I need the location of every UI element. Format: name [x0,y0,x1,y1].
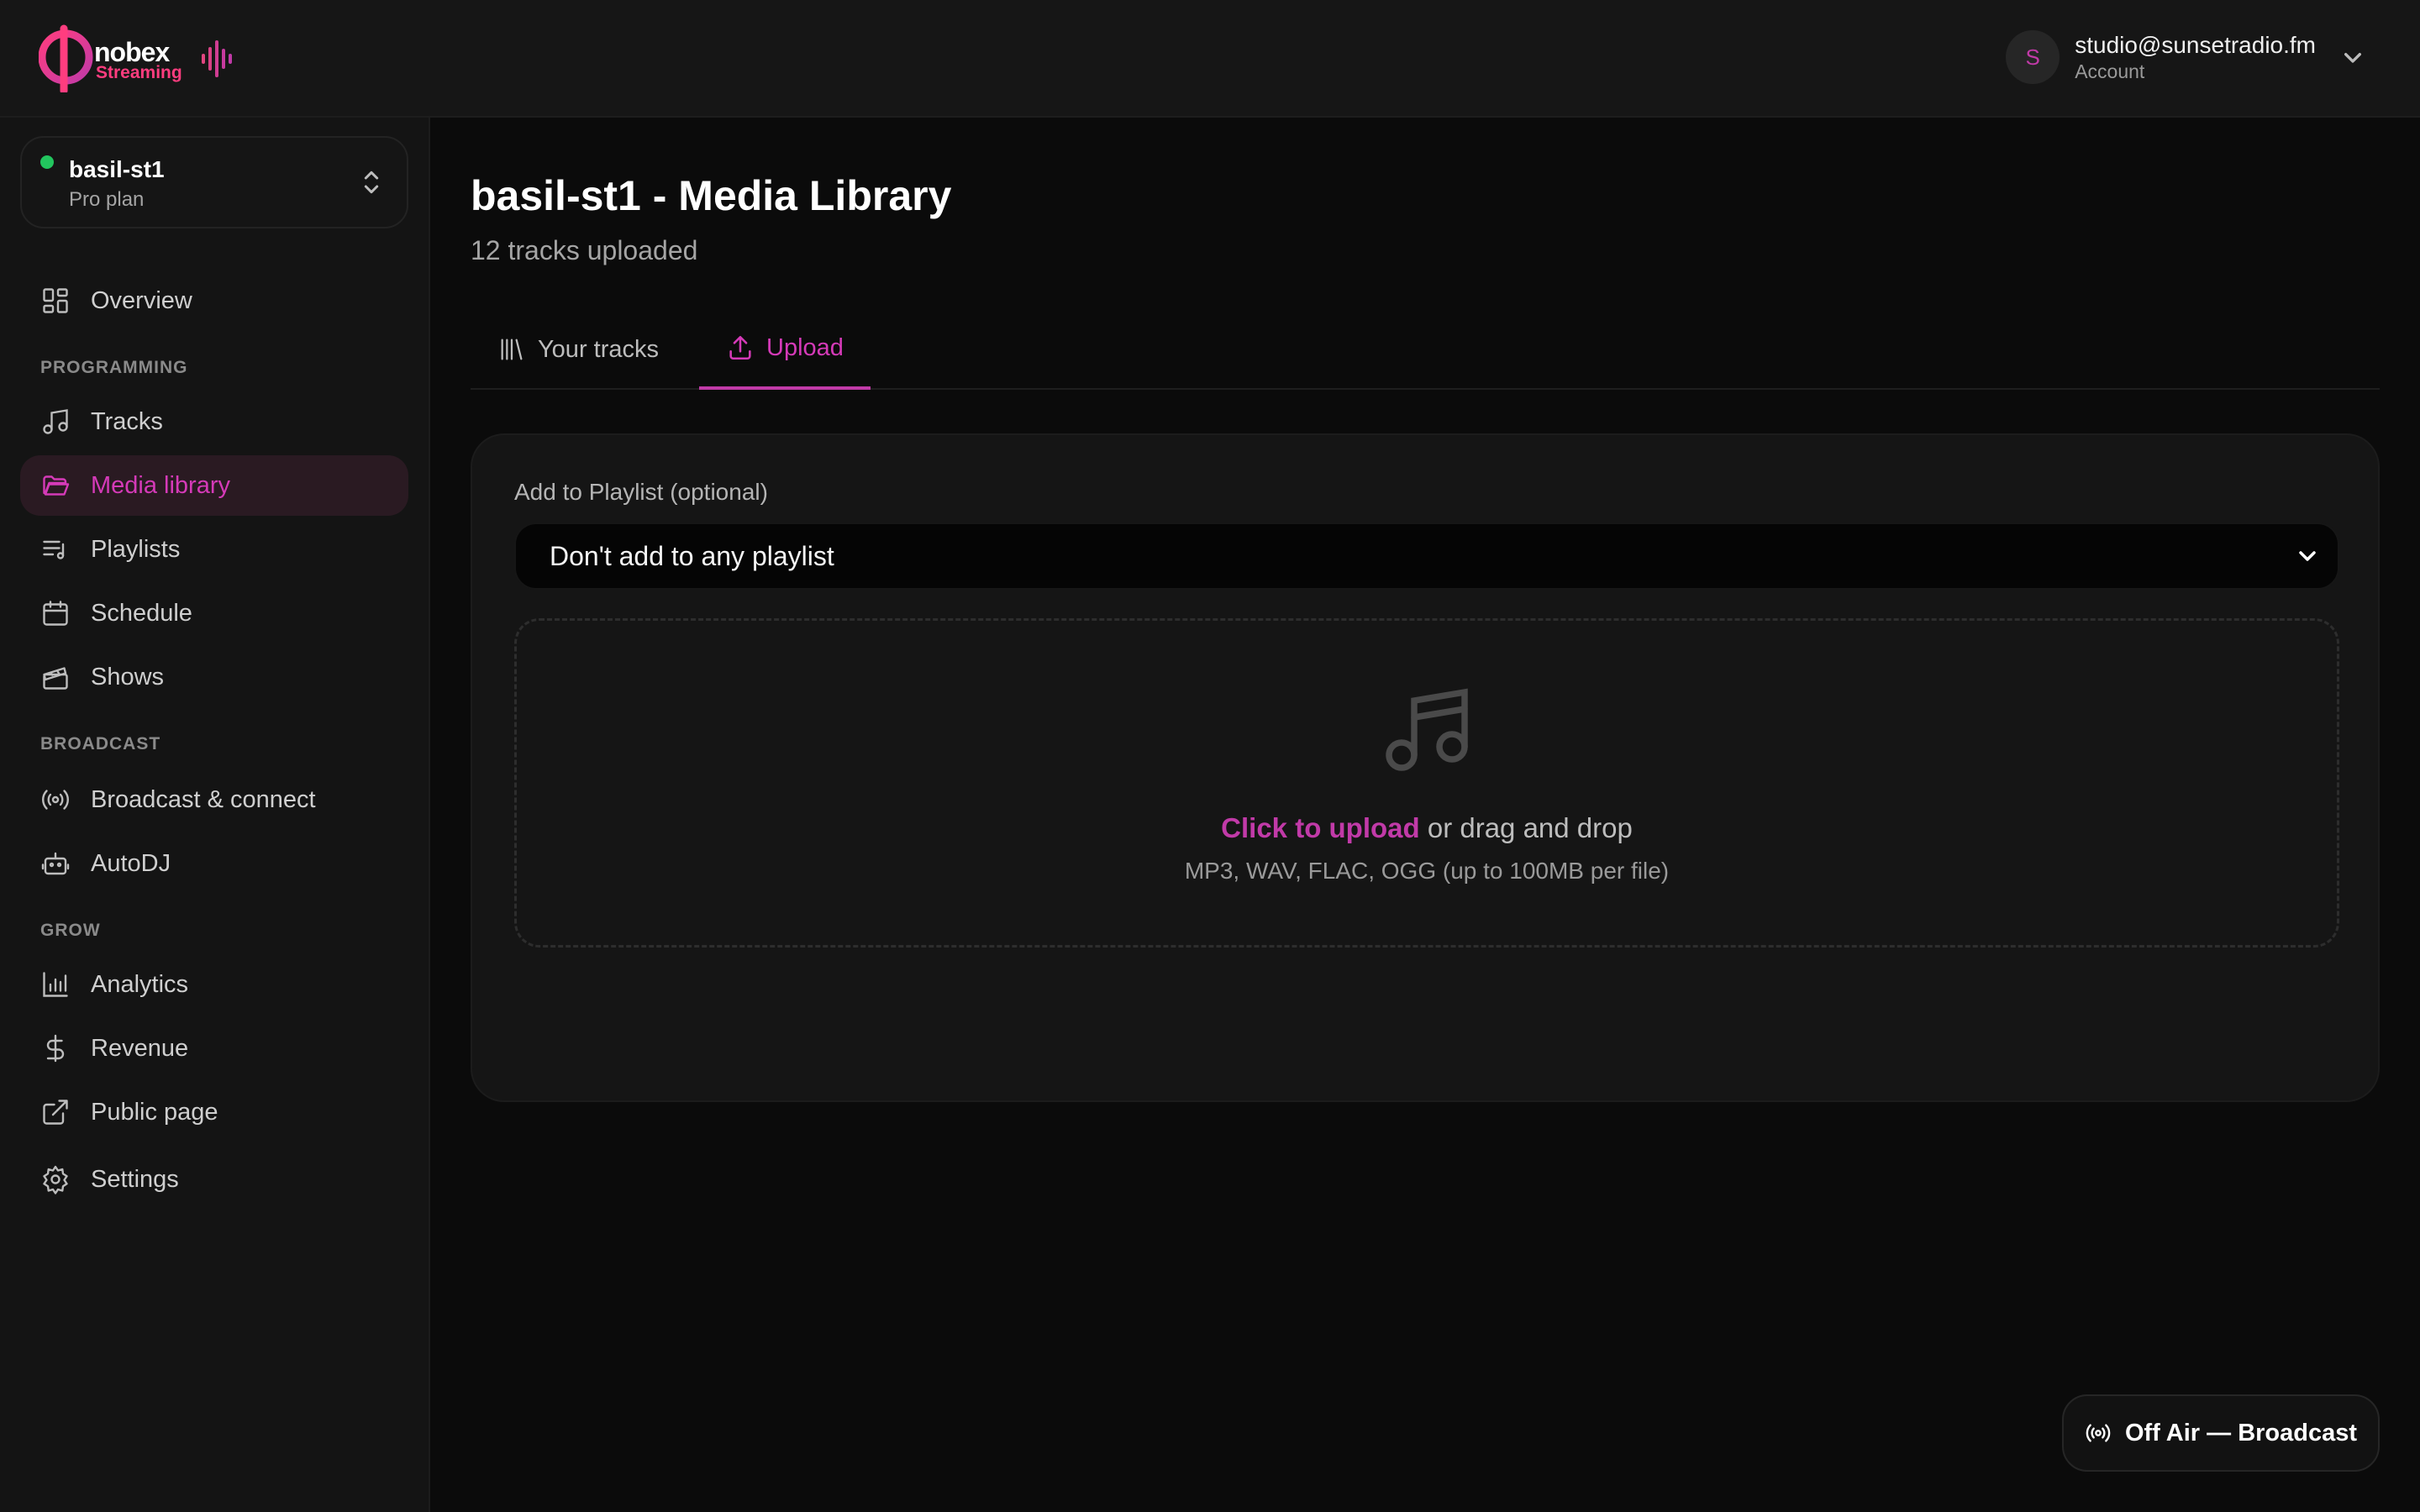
avatar: S [2006,30,2060,84]
clapperboard-icon [43,667,68,690]
sidebar-item-label: Broadcast & connect [91,785,316,813]
sidebar-item-label: AutoDJ [91,849,171,877]
sidebar-item-settings[interactable]: Settings [20,1149,408,1210]
sidebar-item-autodj[interactable]: AutoDJ [20,833,408,894]
station-switcher[interactable]: basil-st1 Pro plan [20,136,408,228]
playlist-icon [43,540,65,559]
sidebar-item-overview[interactable]: Overview [20,270,408,331]
sidebar-item-label: Public page [91,1098,218,1126]
sidebar-item-analytics[interactable]: Analytics [20,954,408,1015]
station-name: basil-st1 [69,156,165,182]
sidebar-item-public-page[interactable]: Public page [20,1082,408,1142]
bar-chart-icon [43,972,68,997]
brand-subtitle: Streaming [96,63,182,82]
top-bar: nobex Streaming S studio@sunsetradio.fm … [0,0,2420,118]
sidebar-item-revenue[interactable]: Revenue [20,1018,408,1079]
music-note-icon [43,409,68,434]
sidebar-item-label: Shows [91,663,165,690]
radio-waves-icon [42,790,69,810]
tab-label: Your tracks [538,335,659,363]
chevron-updown-icon [364,171,379,194]
account-email: studio@sunsetradio.fm [2075,32,2316,58]
playlist-select[interactable]: Don't add to any playlist [514,522,2339,590]
section-broadcast: BROADCAST [40,734,161,753]
sidebar-item-label: Analytics [91,970,189,998]
sidebar-item-label: Settings [91,1165,179,1193]
broadcast-button-label: Off Air — Broadcast [2124,1419,2358,1446]
sidebar-item-label: Media library [91,471,230,499]
upload-icon [729,335,751,360]
sidebar-item-label: Revenue [91,1034,189,1062]
account-label: Account [2075,60,2145,82]
page-title: basil-st1 - Media Library [471,172,952,219]
section-programming: PROGRAMMING [40,358,188,377]
click-to-upload-link[interactable]: Click to upload [1221,812,1420,843]
tab-label: Upload [766,333,844,361]
external-link-icon [43,1100,68,1125]
account-menu[interactable]: S studio@sunsetradio.fm Account [2006,29,2370,86]
tab-bar: Your tracks Upload [471,309,2380,390]
radio-waves-icon [2086,1424,2111,1442]
brand-logo[interactable]: nobex Streaming [38,22,240,95]
upload-dropzone[interactable]: Click to upload or drag and drop MP3, WA… [514,618,2339,948]
calendar-icon [43,601,68,626]
page-subtitle: 12 tracks uploaded [471,235,698,265]
playlist-select-wrapper: Don't add to any playlist [514,522,2339,590]
robot-icon [41,852,70,875]
upload-card: Add to Playlist (optional) Don't add to … [471,433,2380,1102]
grid-icon [43,288,68,313]
station-plan: Pro plan [69,188,145,211]
sidebar-item-label: Playlists [91,535,181,563]
sidebar-item-broadcast-connect[interactable]: Broadcast & connect [20,769,408,830]
folder-open-icon [43,475,70,496]
sidebar-item-label: Tracks [91,407,163,435]
music-note-icon [1386,688,1468,771]
account-text: studio@sunsetradio.fm Account [2075,31,2316,83]
gear-icon [43,1165,68,1194]
dropzone-instruction: Click to upload or drag and drop [517,812,2337,844]
sidebar-item-schedule[interactable]: Schedule [20,583,408,643]
sidebar-item-playlists[interactable]: Playlists [20,519,408,580]
drag-drop-text: or drag and drop [1419,812,1633,843]
section-grow: GROW [40,921,101,940]
tab-your-tracks[interactable]: Your tracks [471,309,686,390]
library-icon [501,339,523,360]
sidebar-item-media-library[interactable]: Media library [20,455,408,516]
sidebar: basil-st1 Pro plan Overview PROGRAMMING … [0,118,430,1512]
dollar-icon [46,1034,65,1063]
sidebar-item-label: Schedule [91,599,192,627]
station-status-dot [40,155,54,169]
tab-upload[interactable]: Upload [699,309,871,390]
file-format-hint: MP3, WAV, FLAC, OGG (up to 100MB per fil… [1184,858,1670,884]
broadcast-status-button[interactable]: Off Air — Broadcast [2062,1394,2380,1472]
brand-name: nobex [94,37,170,67]
sidebar-item-tracks[interactable]: Tracks [20,391,408,452]
sidebar-item-label: Overview [91,286,192,314]
playlist-field-label: Add to Playlist (optional) [514,479,768,505]
chevron-down-icon[interactable] [2336,40,2370,74]
sidebar-item-shows[interactable]: Shows [20,647,408,707]
main-content: basil-st1 - Media Library 12 tracks uplo… [430,118,2420,1512]
